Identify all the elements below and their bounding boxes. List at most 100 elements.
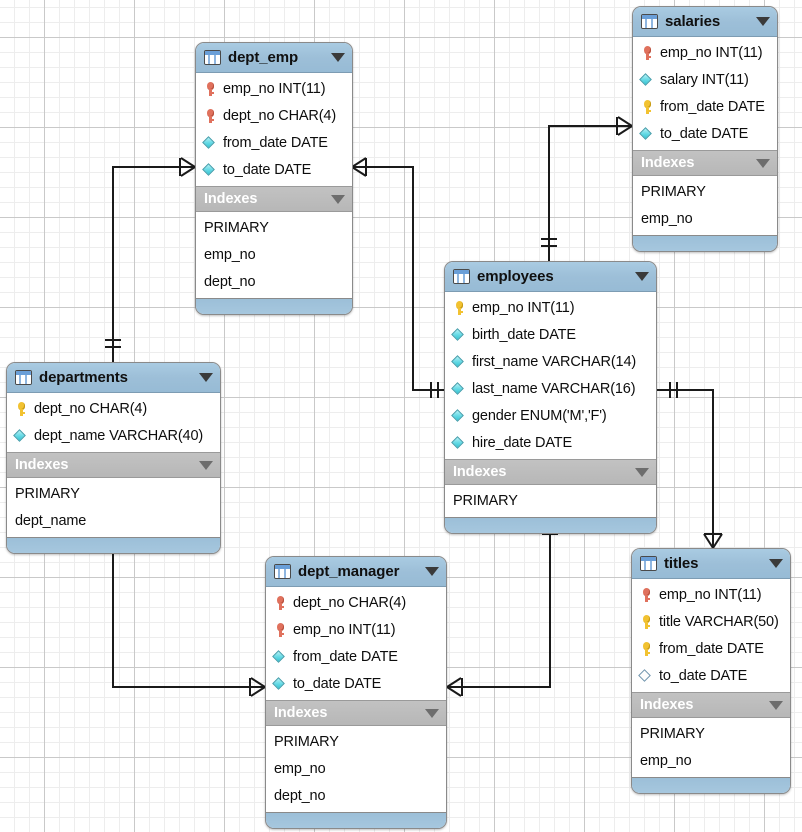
indexes-header[interactable]: Indexes xyxy=(7,452,220,478)
indexes-header[interactable]: Indexes xyxy=(266,700,446,726)
table-header-dept_emp[interactable]: dept_emp xyxy=(196,43,352,73)
index-list: PRIMARY emp_no dept_no xyxy=(266,726,446,812)
column-label: dept_name VARCHAR(40) xyxy=(34,428,203,444)
chevron-down-icon[interactable] xyxy=(756,159,770,168)
column-list: emp_no INT(11) birth_date DATE first_nam… xyxy=(445,292,656,459)
index-row[interactable]: PRIMARY xyxy=(196,214,352,241)
index-row[interactable]: emp_no xyxy=(632,747,790,774)
index-list: PRIMARY emp_no xyxy=(632,718,790,777)
table-footer xyxy=(196,298,352,314)
column-row[interactable]: to_date DATE xyxy=(266,670,446,697)
index-label: dept_no xyxy=(274,788,325,804)
index-label: dept_no xyxy=(204,274,255,290)
table-header-salaries[interactable]: salaries xyxy=(633,7,777,37)
table-employees[interactable]: employees emp_no INT(11) birth_date DATE… xyxy=(444,261,657,534)
indexes-label: Indexes xyxy=(641,155,756,171)
chevron-down-icon[interactable] xyxy=(331,53,345,62)
column-row[interactable]: emp_no INT(11) xyxy=(266,616,446,643)
column-row[interactable]: gender ENUM('M','F') xyxy=(445,402,656,429)
column-row[interactable]: emp_no INT(11) xyxy=(196,75,352,102)
index-row[interactable]: emp_no xyxy=(266,755,446,782)
index-label: PRIMARY xyxy=(640,726,705,742)
index-row[interactable]: PRIMARY xyxy=(266,728,446,755)
index-row[interactable]: PRIMARY xyxy=(633,178,777,205)
primary-key-icon xyxy=(273,622,288,638)
column-field-icon xyxy=(452,435,467,451)
column-field-icon xyxy=(273,676,288,692)
table-footer xyxy=(445,517,656,533)
table-header-dept_manager[interactable]: dept_manager xyxy=(266,557,446,587)
column-row[interactable]: emp_no INT(11) xyxy=(445,294,656,321)
chevron-down-icon[interactable] xyxy=(756,17,770,26)
column-row[interactable]: first_name VARCHAR(14) xyxy=(445,348,656,375)
column-row[interactable]: to_date DATE xyxy=(196,156,352,183)
column-list: dept_no CHAR(4) emp_no INT(11) from_date… xyxy=(266,587,446,700)
column-label: from_date DATE xyxy=(659,641,764,657)
indexes-header[interactable]: Indexes xyxy=(632,692,790,718)
indexes-header[interactable]: Indexes xyxy=(196,186,352,212)
chevron-down-icon[interactable] xyxy=(199,461,213,470)
primary-key-icon xyxy=(639,587,654,603)
index-row[interactable]: PRIMARY xyxy=(632,720,790,747)
index-row[interactable]: dept_no xyxy=(266,782,446,809)
index-label: emp_no xyxy=(640,753,692,769)
chevron-down-icon[interactable] xyxy=(769,701,783,710)
column-row[interactable]: from_date DATE xyxy=(196,129,352,156)
column-row[interactable]: dept_no CHAR(4) xyxy=(7,395,220,422)
column-row[interactable]: to_date DATE xyxy=(633,120,777,147)
column-row[interactable]: last_name VARCHAR(16) xyxy=(445,375,656,402)
indexes-header[interactable]: Indexes xyxy=(445,459,656,485)
column-row[interactable]: from_date DATE xyxy=(633,93,777,120)
indexes-header[interactable]: Indexes xyxy=(633,150,777,176)
chevron-down-icon[interactable] xyxy=(425,709,439,718)
column-row[interactable]: to_date DATE xyxy=(632,662,790,689)
index-row[interactable]: PRIMARY xyxy=(445,487,656,514)
table-titles[interactable]: titles emp_no INT(11) title VARCHAR(50) … xyxy=(631,548,791,794)
chevron-down-icon[interactable] xyxy=(199,373,213,382)
column-row[interactable]: emp_no INT(11) xyxy=(632,581,790,608)
index-row[interactable]: dept_name xyxy=(7,507,220,534)
table-icon xyxy=(204,50,221,65)
table-icon xyxy=(274,564,291,579)
chevron-down-icon[interactable] xyxy=(331,195,345,204)
column-label: emp_no INT(11) xyxy=(659,587,761,603)
table-header-employees[interactable]: employees xyxy=(445,262,656,292)
column-row[interactable]: birth_date DATE xyxy=(445,321,656,348)
table-departments[interactable]: departments dept_no CHAR(4) dept_name VA… xyxy=(6,362,221,554)
table-salaries[interactable]: salaries emp_no INT(11) salary INT(11) f… xyxy=(632,6,778,252)
column-label: hire_date DATE xyxy=(472,435,572,451)
table-header-titles[interactable]: titles xyxy=(632,549,790,579)
chevron-down-icon[interactable] xyxy=(635,272,649,281)
column-field-icon xyxy=(452,327,467,343)
index-row[interactable]: emp_no xyxy=(633,205,777,232)
column-row[interactable]: from_date DATE xyxy=(266,643,446,670)
column-row[interactable]: from_date DATE xyxy=(632,635,790,662)
index-label: PRIMARY xyxy=(274,734,339,750)
chevron-down-icon[interactable] xyxy=(635,468,649,477)
column-label: from_date DATE xyxy=(223,135,328,151)
column-label: to_date DATE xyxy=(293,676,381,692)
column-row[interactable]: dept_no CHAR(4) xyxy=(196,102,352,129)
column-row[interactable]: title VARCHAR(50) xyxy=(632,608,790,635)
index-row[interactable]: PRIMARY xyxy=(7,480,220,507)
table-icon xyxy=(15,370,32,385)
table-title: dept_emp xyxy=(228,49,325,66)
column-row[interactable]: salary INT(11) xyxy=(633,66,777,93)
table-dept_manager[interactable]: dept_manager dept_no CHAR(4) emp_no INT(… xyxy=(265,556,447,829)
index-label: PRIMARY xyxy=(641,184,706,200)
table-dept_emp[interactable]: dept_emp emp_no INT(11) dept_no CHAR(4) … xyxy=(195,42,353,315)
index-row[interactable]: emp_no xyxy=(196,241,352,268)
table-header-departments[interactable]: departments xyxy=(7,363,220,393)
column-field-icon xyxy=(452,381,467,397)
column-row[interactable]: emp_no INT(11) xyxy=(633,39,777,66)
table-title: titles xyxy=(664,555,763,572)
column-row[interactable]: dept_name VARCHAR(40) xyxy=(7,422,220,449)
chevron-down-icon[interactable] xyxy=(769,559,783,568)
column-label: to_date DATE xyxy=(223,162,311,178)
column-field-icon xyxy=(452,354,467,370)
column-list: emp_no INT(11) salary INT(11) from_date … xyxy=(633,37,777,150)
chevron-down-icon[interactable] xyxy=(425,567,439,576)
column-row[interactable]: dept_no CHAR(4) xyxy=(266,589,446,616)
column-row[interactable]: hire_date DATE xyxy=(445,429,656,456)
index-row[interactable]: dept_no xyxy=(196,268,352,295)
